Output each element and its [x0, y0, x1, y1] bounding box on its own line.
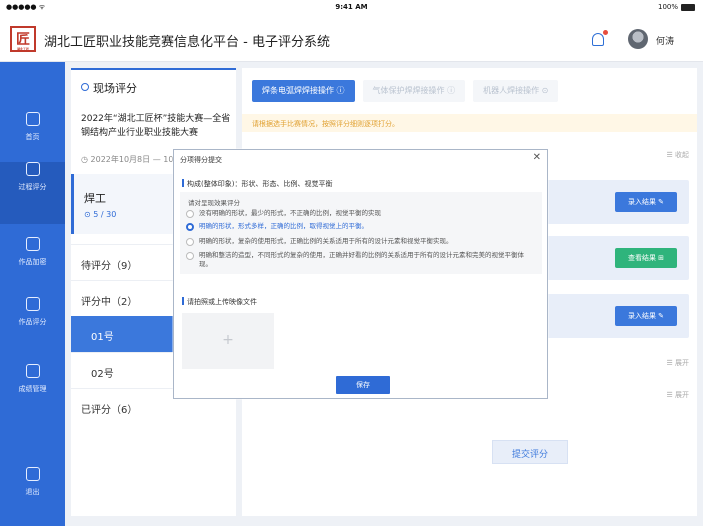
tab-robot[interactable]: 机器人焊接操作 ⊙ [473, 80, 559, 102]
item-score-dialog: 分项得分提交 ✕ 构成(整体印象)：形状、形态、比例、视觉平衡 请对呈现效果评分… [173, 149, 548, 399]
lock-icon [25, 237, 40, 251]
operation-tabs: 焊条电弧焊焊接操作 ⓘ 气体保护焊焊接操作 ⓘ 机器人焊接操作 ⊙ [252, 80, 559, 102]
rating-option-4[interactable]: 明确和整洁的造型，不同形式的复杂的使用，正确并好看的比例的关系适用于所有的设计元… [186, 251, 536, 269]
rating-options: 请对呈现效果评分 没有明确的形状，最少的形式，不正确的比例，视觉平衡的实现 明确… [180, 192, 542, 274]
enter-result-button[interactable]: 录入结果 ✎ [615, 192, 677, 212]
section-marker [182, 297, 184, 305]
sidebar-item-grades[interactable]: 成绩管理 [0, 364, 65, 426]
app-title: 湖北工匠职业技能竞赛信息化平台 - 电子评分系统 [44, 35, 330, 50]
tab-gas-shielded[interactable]: 气体保护焊焊接操作 ⓘ [362, 80, 466, 102]
clock: 9:41 AM [335, 3, 368, 11]
criterion-title: 构成(整体印象)：形状、形态、比例、视觉平衡 [182, 179, 332, 189]
logout-icon [25, 467, 40, 481]
notification-bell-icon[interactable] [592, 30, 608, 46]
sidebar-item-process-score[interactable]: 过程评分 [0, 162, 65, 224]
rating-option-2[interactable]: 明确的形状，形式多样，正确的比例，取得视觉上的平衡。 [186, 222, 536, 231]
home-icon [25, 112, 40, 126]
enter-result-button-2[interactable]: 录入结果 ✎ [615, 306, 677, 326]
battery-icon [681, 3, 695, 11]
sidebar-item-encrypt[interactable]: 作品加密 [0, 237, 65, 299]
dialog-title: 分项得分提交 [180, 156, 222, 164]
upload-title: 请拍照或上传映像文件 [182, 297, 257, 307]
view-result-button[interactable]: 查看结果 ⊞ [615, 248, 677, 268]
upload-area[interactable]: + [182, 313, 274, 369]
rating-option-1[interactable]: 没有明确的形状，最少的形式，不正确的比例，视觉平衡的实现 [186, 209, 536, 218]
submit-score-button[interactable]: 提交评分 [492, 440, 568, 464]
radio-button[interactable] [186, 252, 194, 260]
tab-manual-arc[interactable]: 焊条电弧焊焊接操作 ⓘ [252, 80, 355, 102]
collapse-toggle[interactable]: ☰ 收起 [666, 150, 689, 160]
save-button[interactable]: 保存 [336, 376, 390, 394]
app-header: 匠 湖北工匠 湖北工匠职业技能竞赛信息化平台 - 电子评分系统 何涛 [0, 16, 703, 62]
sidebar-item-work-score[interactable]: 作品评分 [0, 297, 65, 359]
status-bar: ●●●●● ᯤ 9:41 AM 100% [0, 0, 703, 16]
close-icon[interactable]: ✕ [533, 152, 541, 163]
radio-button[interactable] [186, 210, 194, 218]
battery-indicator: 100% [658, 3, 695, 11]
rating-option-3[interactable]: 明确的形状，复杂的使用形式，正确比例的关系适用于所有的设计元素和视觉平衡实现。 [186, 237, 536, 246]
edit-icon [25, 162, 40, 176]
progress-count: ⊙ 5 / 30 [84, 210, 117, 219]
brand-logo: 匠 湖北工匠 [10, 26, 36, 52]
user-name[interactable]: 何涛 [656, 34, 674, 47]
expand-toggle-1[interactable]: ☰ 展开 [666, 358, 689, 368]
sidebar-item-logout[interactable]: 退出 [0, 467, 65, 526]
radio-button[interactable] [186, 238, 194, 246]
circle-icon [81, 83, 89, 91]
battery-percent: 100% [657, 3, 678, 11]
competition-date: ◷ 2022年10月8日 — 10/ [81, 155, 177, 164]
instruction-tip: 请根据选手比赛情况，按照评分细则逐项打分。 [242, 114, 697, 132]
user-avatar[interactable] [628, 29, 648, 49]
trophy-icon [25, 364, 40, 378]
panel-title: 现场评分 [71, 68, 236, 98]
radio-button-selected[interactable] [186, 223, 194, 231]
rating-hint: 请对呈现效果评分 [188, 199, 240, 207]
plus-icon: + [222, 332, 234, 348]
scale-icon [25, 297, 40, 311]
section-marker [182, 179, 184, 187]
sidebar: 首页 过程评分 作品加密 作品评分 成绩管理 退出 [0, 62, 65, 526]
competition-name: 2022年“湖北工匠杯”技能大赛—全省钢结构产业行业职业技能大赛 [81, 114, 231, 138]
expand-toggle-2[interactable]: ☰ 展开 [666, 390, 689, 400]
